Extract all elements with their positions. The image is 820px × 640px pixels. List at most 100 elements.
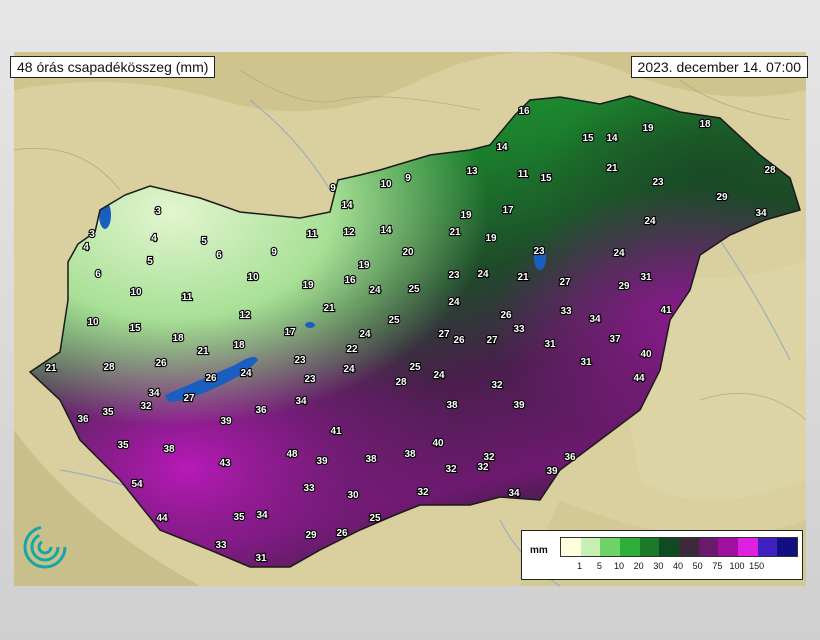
legend-swatch xyxy=(639,538,660,556)
station-value: 41 xyxy=(330,426,342,437)
legend-swatch xyxy=(600,538,621,556)
legend-swatch xyxy=(718,538,739,556)
station-value: 32 xyxy=(491,380,503,391)
station-value: 23 xyxy=(304,374,316,385)
station-value: 10 xyxy=(380,179,392,190)
legend-swatch xyxy=(738,538,758,556)
station-value: 36 xyxy=(255,405,267,416)
legend-unit: mm xyxy=(530,545,548,556)
legend: mm 1 5 10 20 30 40 50 75 100 150 xyxy=(521,530,803,580)
station-value: 27 xyxy=(486,335,498,346)
station-value: 36 xyxy=(77,414,89,425)
station-value: 25 xyxy=(388,315,400,326)
legend-tick: 20 xyxy=(633,561,644,571)
station-value: 24 xyxy=(477,269,489,280)
station-value: 25 xyxy=(409,362,421,373)
legend-tick: 30 xyxy=(653,561,664,571)
station-value: 10 xyxy=(87,317,99,328)
station-value: 24 xyxy=(433,370,445,381)
station-value: 35 xyxy=(117,440,129,451)
station-value: 35 xyxy=(102,407,114,418)
legend-tick: 75 xyxy=(712,561,723,571)
station-value: 5 xyxy=(201,236,207,247)
legend-tick: 40 xyxy=(672,561,684,571)
station-value: 31 xyxy=(544,339,556,350)
station-value: 24 xyxy=(613,248,625,259)
station-value: 4 xyxy=(151,233,157,244)
station-value: 44 xyxy=(156,513,168,524)
station-value: 21 xyxy=(197,346,209,357)
station-value: 48 xyxy=(286,449,298,460)
station-value: 15 xyxy=(582,133,594,144)
station-value: 21 xyxy=(45,363,57,374)
station-value: 12 xyxy=(239,310,251,321)
station-value: 15 xyxy=(129,323,141,334)
station-value: 17 xyxy=(284,327,296,338)
station-value: 26 xyxy=(155,358,167,369)
station-value: 14 xyxy=(606,133,618,144)
station-value: 24 xyxy=(359,329,371,340)
legend-swatch xyxy=(698,538,719,556)
station-value: 10 xyxy=(130,287,142,298)
station-value: 11 xyxy=(518,169,529,180)
station-value: 33 xyxy=(513,324,525,335)
station-value: 9 xyxy=(405,173,411,184)
station-value: 34 xyxy=(508,488,520,499)
station-value: 29 xyxy=(305,530,317,541)
station-value: 19 xyxy=(485,233,497,244)
station-value: 15 xyxy=(540,173,552,184)
station-value: 26 xyxy=(205,373,217,384)
station-value: 19 xyxy=(302,280,314,291)
station-value: 20 xyxy=(402,247,414,258)
station-value: 33 xyxy=(215,540,227,551)
station-value: 26 xyxy=(500,310,512,321)
station-value: 21 xyxy=(517,272,529,283)
station-value: 26 xyxy=(336,528,348,539)
station-value: 18 xyxy=(233,340,245,351)
station-value: 21 xyxy=(606,163,618,174)
station-value: 38 xyxy=(404,449,416,460)
station-value: 34 xyxy=(148,388,160,399)
station-value: 9 xyxy=(271,247,277,258)
station-value: 30 xyxy=(347,490,359,501)
station-value: 24 xyxy=(448,297,460,308)
station-value: 14 xyxy=(496,142,508,153)
station-value: 40 xyxy=(432,438,444,449)
station-value: 38 xyxy=(365,454,377,465)
station-value: 17 xyxy=(502,205,514,216)
legend-tick: 150 xyxy=(749,561,765,571)
station-value: 27 xyxy=(438,329,450,340)
legend-swatch xyxy=(679,538,699,556)
station-value: 32 xyxy=(445,464,457,475)
station-value: 33 xyxy=(560,306,572,317)
station-value: 10 xyxy=(247,272,259,283)
station-value: 24 xyxy=(240,368,252,379)
station-value: 28 xyxy=(764,165,776,176)
legend-tick: 5 xyxy=(596,561,602,571)
station-value: 11 xyxy=(182,292,193,303)
legend-swatch xyxy=(620,538,640,556)
station-value: 29 xyxy=(618,281,630,292)
station-value: 34 xyxy=(295,396,307,407)
map-title: 48 órás csapadékösszeg (mm) xyxy=(10,56,216,78)
station-value: 9 xyxy=(330,183,336,194)
station-value: 25 xyxy=(408,284,420,295)
station-value: 29 xyxy=(716,192,728,203)
station-value: 3 xyxy=(155,206,161,217)
station-value: 14 xyxy=(380,225,392,236)
legend-swatch xyxy=(777,538,798,556)
station-value: 39 xyxy=(513,400,525,411)
precipitation-map: 1615 1419 181413 11 152123289 1091419 17293411… xyxy=(14,52,806,586)
station-value: 38 xyxy=(163,444,175,455)
station-value: 24 xyxy=(644,216,656,227)
station-value: 16 xyxy=(344,275,356,286)
legend-tick: 50 xyxy=(692,561,703,571)
station-value: 18 xyxy=(172,333,184,344)
legend-tick: 1 xyxy=(577,561,583,571)
station-value: 23 xyxy=(652,177,664,188)
station-value: 32 xyxy=(140,401,152,412)
station-value: 23 xyxy=(448,270,460,281)
station-value: 12 xyxy=(343,227,355,238)
station-value: 21 xyxy=(323,303,335,314)
station-value: 22 xyxy=(346,344,358,355)
